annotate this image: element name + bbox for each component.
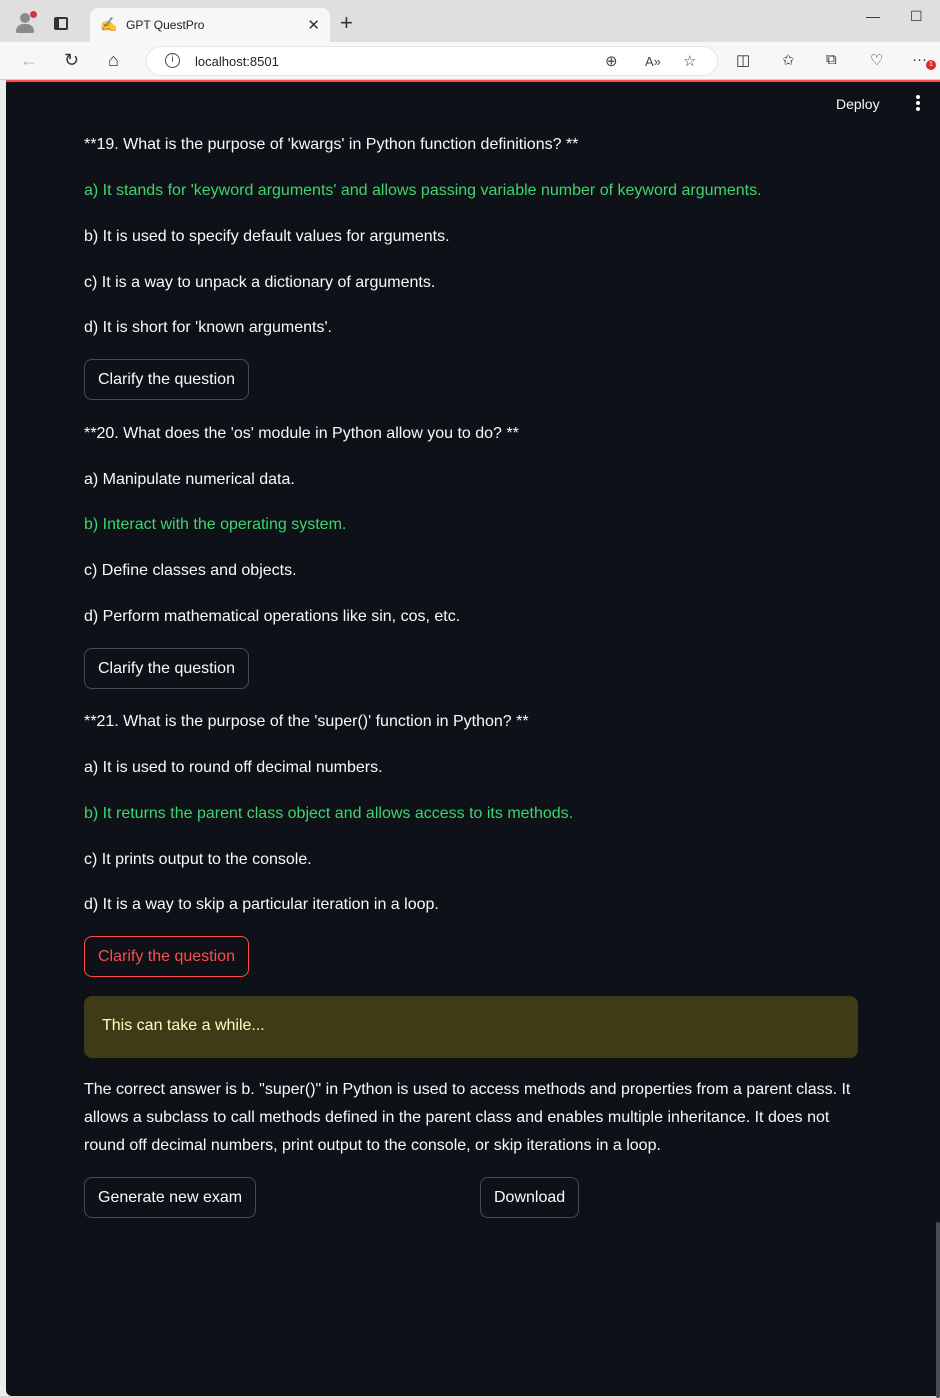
browser-window: ✍ GPT QuestPro ✕ + — ☐ ← ↻ ⌂ i localhost… <box>0 0 940 1398</box>
clarify-button-active[interactable]: Clarify the question <box>84 936 249 977</box>
question-text: **20. What does the 'os' module in Pytho… <box>84 425 519 442</box>
status-alert: This can take a while... <box>84 996 858 1058</box>
refresh-icon[interactable]: ↻ <box>64 49 79 71</box>
option: c) It prints output to the console. <box>84 851 312 868</box>
home-icon[interactable]: ⌂ <box>108 49 119 71</box>
back-icon[interactable]: ← <box>20 49 38 71</box>
option: a) It is used to round off decimal numbe… <box>84 759 383 776</box>
option: d) Perform mathematical operations like … <box>84 608 461 625</box>
tab-strip: ✍ GPT QuestPro ✕ + — ☐ <box>0 0 940 42</box>
settings-more-icon[interactable]: ··· <box>912 51 927 68</box>
tab-title: GPT QuestPro <box>126 18 205 32</box>
generate-new-exam-button[interactable]: Generate new exam <box>84 1177 257 1218</box>
browser-essentials-icon[interactable]: ♡ <box>870 51 883 69</box>
split-screen-icon[interactable]: ◫ <box>736 51 750 69</box>
address-toolbar: ← ↻ ⌂ i localhost:8501 ⊕ A» ☆ ◫ ✩ ⧉ ♡ ··… <box>0 42 940 80</box>
clarification-answer: The correct answer is b. "super()" in Py… <box>84 1081 851 1154</box>
minimize-icon[interactable]: — <box>866 8 880 24</box>
deploy-button[interactable]: Deploy <box>836 96 880 112</box>
option-correct: b) Interact with the operating system. <box>84 516 347 533</box>
favorite-star-icon[interactable]: ☆ <box>683 52 696 70</box>
option: c) Define classes and objects. <box>84 562 297 579</box>
streamlit-app: Deploy **19. What is the purpose of 'kwa… <box>6 80 940 1398</box>
collections-icon[interactable]: ⧉ <box>826 51 837 68</box>
notification-badge: 1 <box>926 60 936 70</box>
zoom-icon[interactable]: ⊕ <box>605 52 618 70</box>
option: c) It is a way to unpack a dictionary of… <box>84 274 436 291</box>
profile-icon[interactable] <box>14 11 37 34</box>
question-text: **21. What is the purpose of the 'super(… <box>84 713 529 730</box>
option: a) Manipulate numerical data. <box>84 471 295 488</box>
option-correct: b) It returns the parent class object an… <box>84 805 574 822</box>
url-text[interactable]: localhost:8501 <box>195 54 279 69</box>
question-text: **19. What is the purpose of 'kwargs' in… <box>84 136 579 153</box>
option-correct: a) It stands for 'keyword arguments' and… <box>84 182 762 199</box>
clarify-button[interactable]: Clarify the question <box>84 648 249 689</box>
site-info-icon[interactable]: i <box>165 53 180 68</box>
tab-close-icon[interactable]: ✕ <box>307 16 320 34</box>
browser-tab[interactable]: ✍ GPT QuestPro ✕ <box>90 8 330 42</box>
address-bar[interactable]: i localhost:8501 ⊕ A» ☆ <box>146 46 718 76</box>
maximize-icon[interactable]: ☐ <box>910 8 923 25</box>
tab-actions-icon[interactable] <box>54 17 68 30</box>
new-tab-icon[interactable]: + <box>340 12 353 34</box>
favorites-icon[interactable]: ✩ <box>782 51 795 69</box>
option: d) It is short for 'known arguments'. <box>84 319 332 336</box>
clarify-button[interactable]: Clarify the question <box>84 359 249 400</box>
option: b) It is used to specify default values … <box>84 228 450 245</box>
main-menu-icon[interactable] <box>912 94 924 114</box>
option: d) It is a way to skip a particular iter… <box>84 896 439 913</box>
read-aloud-icon[interactable]: A» <box>645 54 661 69</box>
scrollbar[interactable] <box>936 1222 940 1398</box>
app-favicon-icon: ✍ <box>100 16 118 32</box>
download-button[interactable]: Download <box>480 1177 580 1218</box>
